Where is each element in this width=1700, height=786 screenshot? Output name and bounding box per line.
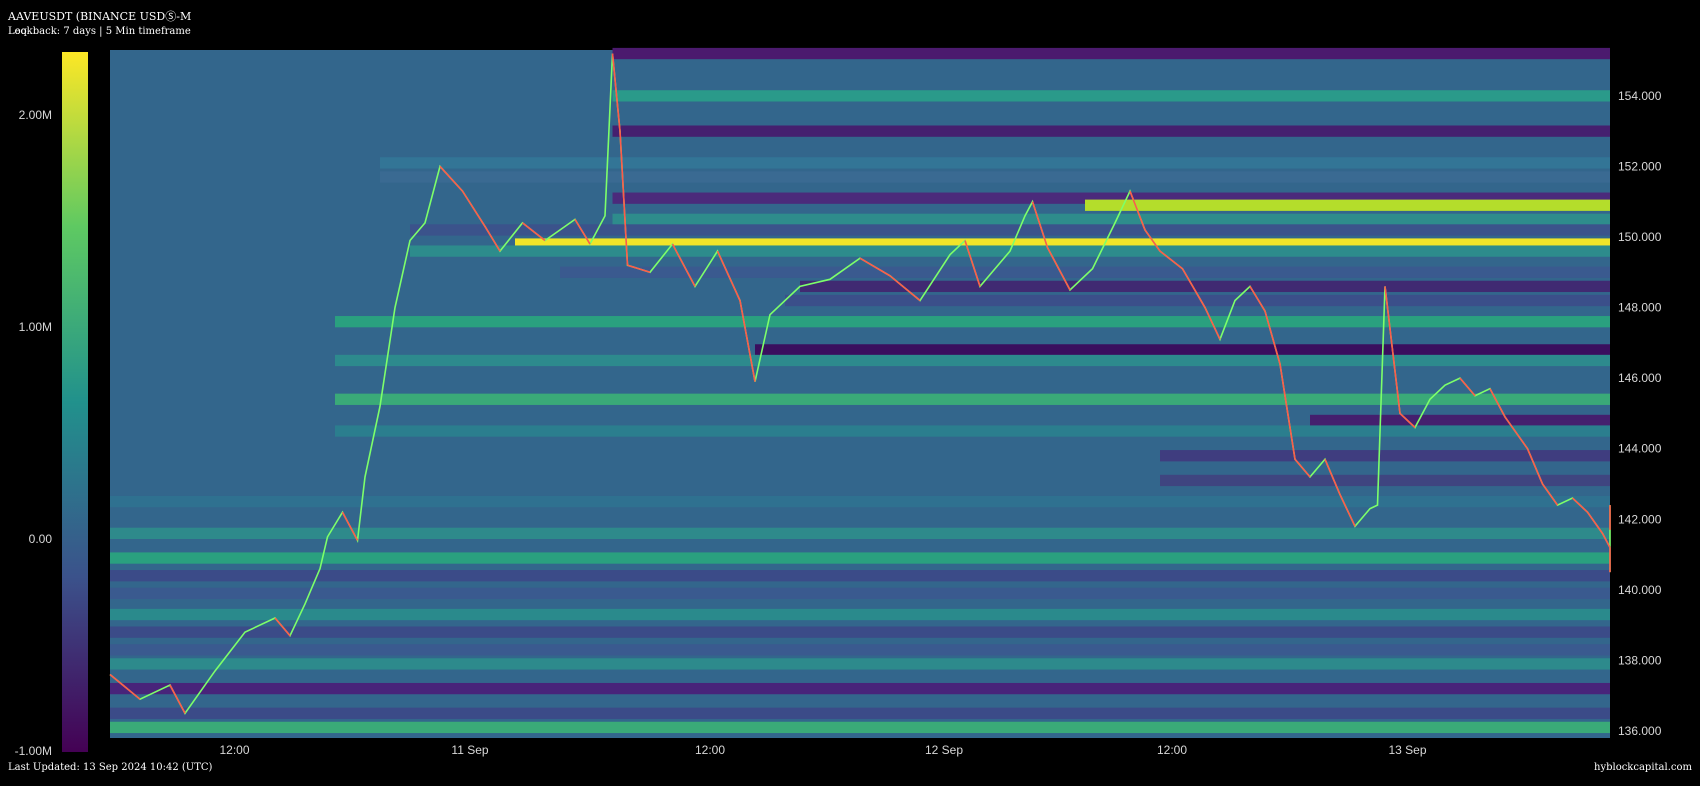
last-updated-text: Last Updated: 13 Sep 2024 10:42 (UTC) xyxy=(8,762,213,773)
heatmap-level-band xyxy=(110,644,1610,656)
x-tick-label: 13 Sep xyxy=(1388,743,1426,757)
heatmap-level-band xyxy=(785,294,1610,307)
heatmap-level-band xyxy=(1160,450,1610,462)
heatmap-level-band xyxy=(110,626,1610,638)
x-tick-label: 12:00 xyxy=(219,743,249,757)
y-tick-label: 154.000 xyxy=(1618,89,1662,103)
x-tick-label: 12 Sep xyxy=(925,743,963,757)
heatmap-level-band xyxy=(335,316,1610,328)
heatmap-level-band xyxy=(335,354,1610,367)
heatmap-level-band xyxy=(410,224,1610,236)
y-tick-label: 136.000 xyxy=(1618,724,1662,738)
y-tick-label: 150.000 xyxy=(1618,230,1662,244)
heatmap-level-band xyxy=(110,552,1610,564)
y-tick-label: 138.000 xyxy=(1618,653,1662,667)
heatmap-level-band xyxy=(110,721,1610,734)
heatmap-level-band xyxy=(612,213,1610,225)
brand-link[interactable]: hyblockcapital.com xyxy=(1594,762,1692,773)
x-axis-ticks: 12:00 11 Sep 12:00 12 Sep 12:00 13 Sep xyxy=(219,743,1426,757)
heatmap-level-band xyxy=(800,280,1610,293)
y-axis-ticks: 136.000 138.000 140.000 142.000 144.000 146.0… xyxy=(1618,89,1662,738)
heatmap-level-band xyxy=(612,90,1610,102)
heatmap-level-band xyxy=(380,157,1610,169)
heatmap-level-band xyxy=(110,682,1610,695)
heatmap-level-band xyxy=(110,587,1610,599)
heatmap-level-band xyxy=(1310,414,1610,427)
heatmap-level-band xyxy=(110,495,1610,508)
heatmap-level-band xyxy=(335,425,1610,437)
y-tick-label: 144.000 xyxy=(1618,442,1662,456)
x-tick-label: 11 Sep xyxy=(451,743,488,757)
y-tick-label: 152.000 xyxy=(1618,159,1662,173)
heatmap-level-band xyxy=(110,658,1610,670)
heatmap-level-band xyxy=(110,608,1610,621)
heatmap-level-band xyxy=(110,707,1610,719)
heatmap-level-band xyxy=(110,570,1610,582)
x-tick-label: 12:00 xyxy=(695,743,725,757)
x-tick-label: 12:00 xyxy=(1157,743,1187,757)
heatmap-level-band xyxy=(110,527,1610,540)
heatmap-level-band xyxy=(1085,199,1610,211)
heatmap-level-band xyxy=(755,344,1610,356)
y-tick-label: 148.000 xyxy=(1618,301,1662,315)
y-tick-label: 146.000 xyxy=(1618,371,1662,385)
heatmap-level-band xyxy=(612,125,1610,137)
heatmap-level-band xyxy=(335,393,1610,405)
heatmap-level-band xyxy=(380,171,1610,183)
liquidation-heatmap-chart: 136.000 138.000 140.000 142.000 144.000 146.0… xyxy=(109,47,1662,757)
heatmap-level-band xyxy=(612,47,1610,60)
y-tick-label: 140.000 xyxy=(1618,583,1662,597)
y-tick-label: 142.000 xyxy=(1618,512,1662,526)
